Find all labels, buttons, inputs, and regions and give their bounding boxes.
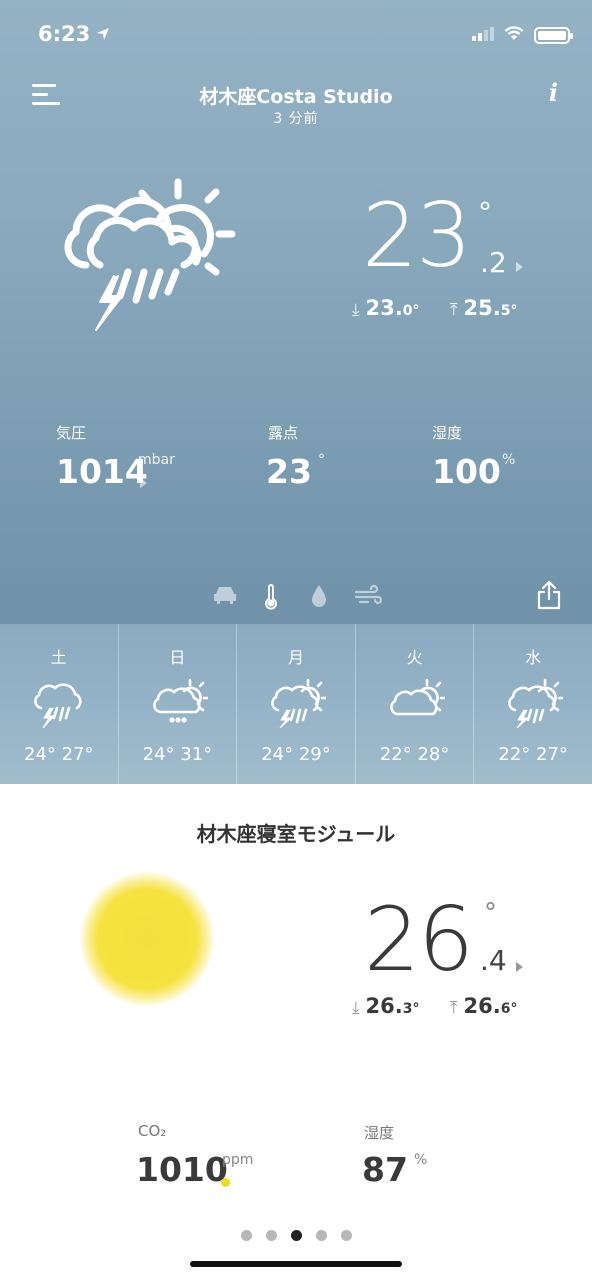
dewpoint-unit: ° <box>318 452 325 468</box>
forecast-range: 24° 27° <box>24 744 94 765</box>
co2-value: 1010 <box>136 1150 228 1189</box>
pressure-value: 1014 <box>56 452 148 491</box>
thunderstorm-sun-icon <box>266 678 328 732</box>
pressure-chevron-icon[interactable] <box>140 478 147 488</box>
module-humidity-value: 87 <box>362 1150 408 1189</box>
pressure-unit: mbar <box>138 452 175 468</box>
outdoor-max-value: 25. <box>463 296 501 320</box>
signal-icon <box>472 26 494 45</box>
station-title[interactable]: 材木座Costa Studio <box>0 82 592 109</box>
forecast-day[interactable]: 土 24° 27° <box>0 624 119 784</box>
drop-icon[interactable] <box>310 584 328 612</box>
thermometer-icon[interactable] <box>264 584 278 614</box>
car-icon[interactable] <box>212 584 238 610</box>
humidity-label: 湿度 <box>432 424 463 442</box>
wind-icon[interactable] <box>354 584 383 610</box>
humidity-value: 100 <box>432 452 501 491</box>
temperature-chevron-icon[interactable] <box>516 262 523 272</box>
module-humidity-label: 湿度 <box>364 1124 395 1142</box>
co2-label: CO₂ <box>138 1122 167 1140</box>
module-degree-symbol: ° <box>484 898 497 928</box>
battery-icon <box>534 27 573 44</box>
thunderstorm-icon <box>56 172 236 341</box>
outdoor-max-temperature: ⤒ 25. 5° <box>450 296 517 320</box>
humidity-unit: % <box>502 452 516 468</box>
module-max-decimal: 6° <box>500 1001 518 1017</box>
page-dot[interactable] <box>340 1230 352 1241</box>
share-icon[interactable] <box>536 580 562 614</box>
air-quality-indicator <box>80 872 214 1006</box>
module-min-temperature: ⤓ 26. 3° <box>352 994 419 1018</box>
forecast-strip: 土 24° 27° 日 24° 31° 月 24° 29° 火 22° 28° … <box>0 624 592 784</box>
forecast-day[interactable]: 水 22° 27° <box>474 624 592 784</box>
dewpoint-value: 23 <box>266 452 312 491</box>
forecast-day-name: 日 <box>169 648 186 667</box>
forecast-range: 22° 28° <box>379 744 450 765</box>
home-indicator[interactable] <box>190 1261 402 1267</box>
wifi-icon <box>504 26 524 45</box>
measurement-tabs <box>0 580 592 616</box>
page-indicator[interactable] <box>0 1230 592 1241</box>
module-min-decimal: 3° <box>402 1001 420 1017</box>
forecast-day[interactable]: 火 22° 28° <box>356 624 475 784</box>
status-time: 6:23 <box>38 22 91 46</box>
status-bar: 6:23 <box>0 20 592 56</box>
page-dot[interactable] <box>240 1230 252 1241</box>
min-arrow-icon: ⤓ <box>352 998 360 1018</box>
forecast-range: 24° 31° <box>142 744 213 765</box>
thunderstorm-icon <box>29 678 89 732</box>
outdoor-temperature: 23 <box>362 184 472 287</box>
forecast-range: 22° 27° <box>498 744 568 765</box>
module-temperature-chevron-icon[interactable] <box>516 962 523 972</box>
dewpoint-label: 露点 <box>268 424 299 442</box>
module-max-temperature: ⤒ 26. 6° <box>450 994 517 1018</box>
forecast-range: 24° 29° <box>261 744 331 765</box>
pressure-label: 気圧 <box>56 424 87 442</box>
page-dot-active[interactable] <box>290 1230 302 1241</box>
drizzle-sun-icon <box>148 678 209 732</box>
outdoor-max-decimal: 5° <box>500 303 518 319</box>
last-updated: 3 分前 <box>273 111 319 127</box>
co2-unit: ppm <box>222 1152 254 1168</box>
location-arrow-icon <box>96 26 110 45</box>
page-dot[interactable] <box>265 1230 277 1241</box>
max-arrow-icon: ⤒ <box>450 998 458 1018</box>
outdoor-min-temperature: ⤓ 23. 0° <box>352 296 419 320</box>
co2-status-dot <box>221 1178 230 1187</box>
forecast-day[interactable]: 月 24° 29° <box>237 624 356 784</box>
module-title[interactable]: 材木座寝室モジュール <box>0 818 592 847</box>
outdoor-degree-symbol: ° <box>478 196 492 229</box>
forecast-day-name: 火 <box>406 648 423 667</box>
min-arrow-icon: ⤓ <box>352 300 360 320</box>
module-min-value: 26. <box>365 994 403 1018</box>
module-temperature: 26 <box>364 888 474 991</box>
outdoor-min-value: 23. <box>365 296 403 320</box>
module-humidity-unit: % <box>414 1152 428 1168</box>
module-temperature-decimal: .4 <box>480 944 507 977</box>
forecast-day-name: 月 <box>287 648 304 667</box>
forecast-day-name: 水 <box>525 648 542 667</box>
thunderstorm-sun-icon <box>503 678 565 732</box>
max-arrow-icon: ⤒ <box>450 300 458 320</box>
forecast-day[interactable]: 日 24° 31° <box>119 624 238 784</box>
cloud-sun-icon <box>385 678 447 732</box>
outdoor-min-decimal: 0° <box>402 303 420 319</box>
outdoor-temperature-decimal: .2 <box>480 246 507 279</box>
module-max-value: 26. <box>463 994 501 1018</box>
outdoor-panel: 6:23 i 材木座Costa Studio 3 分前 23 ° .2 ⤓ 23… <box>0 0 592 624</box>
page-dot[interactable] <box>315 1230 327 1241</box>
forecast-day-name: 土 <box>50 648 67 667</box>
